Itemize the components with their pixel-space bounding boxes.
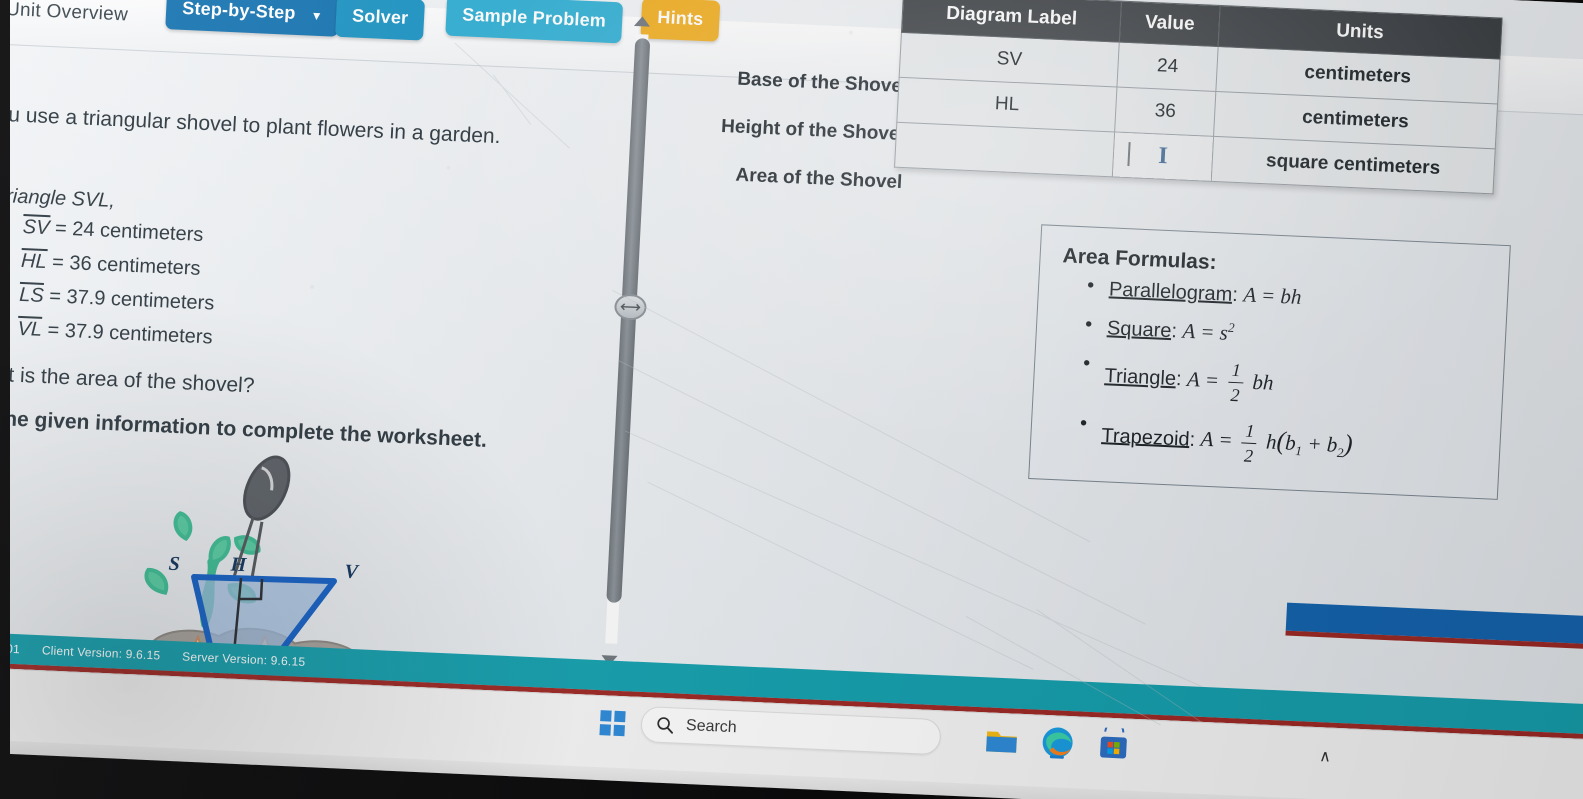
- formula-name: Parallelogram: [1108, 278, 1233, 306]
- monitor-bezel-left: [0, 0, 10, 799]
- pane-splitter-handle[interactable]: [613, 293, 648, 321]
- i-beam-cursor-icon: I: [1157, 142, 1169, 170]
- monitor-screen: Unit Overview Step-by-Step ▼ Solver Samp…: [0, 0, 1583, 799]
- status-server-version: Server Version: 9.6.15: [181, 649, 306, 669]
- cell-diagram-label[interactable]: [894, 122, 1115, 177]
- system-tray: ∧: [1319, 746, 1332, 766]
- tray-chevron-up-icon[interactable]: ∧: [1319, 746, 1332, 766]
- vertex-label-v: V: [344, 561, 360, 584]
- formula-name: Triangle: [1104, 364, 1177, 391]
- formula-expression: A = s2: [1182, 318, 1236, 345]
- formula-name: Trapezoid: [1100, 424, 1191, 451]
- windows-start-icon[interactable]: [599, 709, 626, 736]
- formula-expression: A = bh: [1242, 282, 1303, 309]
- segment-value: = 37.9 centimeters: [47, 319, 214, 349]
- area-formulas-box: Area Formulas: Parallelogram: A = bh Squ…: [1028, 224, 1511, 500]
- application-window: Unit Overview Step-by-Step ▼ Solver Samp…: [0, 0, 1583, 751]
- cell-value: 24: [1117, 42, 1218, 92]
- list-item: SV = 24 centimeters: [0, 213, 218, 248]
- given-intro: In triangle SVL,: [0, 184, 116, 213]
- problem-pane: You use a triangular shovel to plant flo…: [0, 42, 669, 748]
- taskbar-search-label: Search: [685, 716, 738, 737]
- cell-value: 36: [1114, 87, 1216, 137]
- formula-square: Square: A = s2: [1084, 312, 1495, 359]
- list-item: LS = 37.9 centimeters: [0, 281, 215, 316]
- problem-instruction: Use the given information to complete th…: [0, 405, 488, 452]
- list-item: HL = 36 centimeters: [0, 247, 217, 282]
- formula-expression: A = 12 bh: [1187, 357, 1274, 406]
- segment-value: = 36 centimeters: [51, 251, 202, 280]
- formula-trapezoid: Trapezoid: A = 12 h(b1 + b2): [1078, 411, 1490, 479]
- formula-triangle: Triangle: A = 12 bh: [1081, 351, 1493, 419]
- screen-photo: Unit Overview Step-by-Step ▼ Solver Samp…: [0, 0, 1583, 799]
- text-caret: [1127, 142, 1131, 167]
- segment-name: SV: [22, 213, 51, 241]
- resize-horizontal-icon: [620, 303, 641, 311]
- segment-value: = 37.9 centimeters: [48, 285, 215, 315]
- formula-expression: A = 12 h(b1 + b2): [1200, 418, 1353, 466]
- formula-name: Square: [1106, 317, 1173, 343]
- scroll-up-arrow-icon[interactable]: [633, 15, 651, 27]
- file-explorer-icon[interactable]: [984, 722, 1020, 757]
- worksheet-table: Diagram Label Value Units SV 24 centimet…: [894, 0, 1503, 195]
- formula-list: Parallelogram: A = bh Square: A = s2 Tri…: [1078, 273, 1497, 478]
- segment-name: HL: [20, 247, 48, 275]
- chevron-down-icon: ▼: [310, 8, 324, 24]
- microsoft-store-icon[interactable]: [1096, 722, 1132, 762]
- segment-name: VL: [16, 315, 43, 342]
- tab-solver[interactable]: Solver: [335, 0, 426, 41]
- segment-value: = 24 centimeters: [54, 217, 204, 247]
- worksheet-row-labels: Base of the Shovel Height of the Shovel …: [667, 53, 914, 207]
- problem-question: What is the area of the shovel?: [0, 362, 256, 398]
- segment-name: LS: [18, 281, 45, 308]
- problem-stem: You use a triangular shovel to plant flo…: [0, 102, 502, 149]
- vertex-label-h: H: [229, 554, 248, 577]
- given-list: SV = 24 centimeters HL = 36 centimeters …: [0, 213, 218, 359]
- tab-step-by-step-label: Step-by-Step: [181, 0, 297, 23]
- column-header-value: Value: [1119, 1, 1220, 47]
- area-value-input[interactable]: I: [1112, 131, 1214, 182]
- search-icon: [657, 717, 673, 734]
- microsoft-edge-icon[interactable]: [1040, 725, 1076, 760]
- list-item: VL = 37.9 centimeters: [0, 315, 213, 350]
- vertex-label-s: S: [168, 553, 180, 575]
- taskbar-search-box[interactable]: Search: [640, 706, 942, 756]
- status-client-version: Client Version: 9.6.15: [41, 643, 161, 663]
- row-label-area: Area of the Shovel: [735, 164, 903, 194]
